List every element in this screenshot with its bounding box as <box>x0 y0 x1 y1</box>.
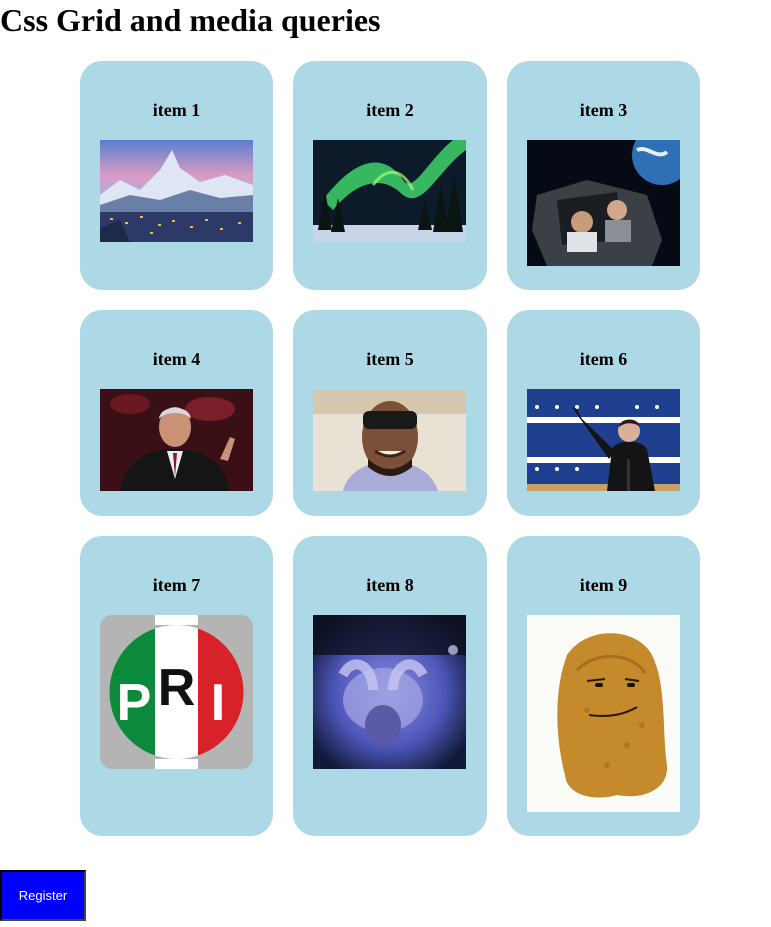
blurry-monkey-image <box>313 615 466 769</box>
man-gesturing-at-podium-image <box>527 389 680 491</box>
item-title: item 7 <box>152 575 201 595</box>
svg-text:R: R <box>158 659 196 717</box>
item-title: item 1 <box>152 100 201 120</box>
grid-item-3: item 3 <box>507 61 700 290</box>
man-in-suit-speaking-image <box>100 389 253 491</box>
svg-text:I: I <box>211 674 225 732</box>
item-title: item 2 <box>366 100 414 120</box>
grid-item-7: item 7 P R I <box>80 536 273 836</box>
pri-party-logo: P R I <box>100 615 253 769</box>
aurora-borealis-forest-image <box>313 140 466 242</box>
item-title: item 3 <box>579 100 628 120</box>
snowy-mountain-village-image <box>100 140 253 242</box>
items-grid: item 1 item 2 item 3 item 4 item 5 item … <box>80 61 700 836</box>
grid-item-1: item 1 <box>80 61 273 290</box>
item-title: item 9 <box>579 575 628 595</box>
grid-item-6: item 6 <box>507 310 700 516</box>
grid-item-2: item 2 <box>293 61 487 290</box>
item-title: item 8 <box>366 575 414 595</box>
grid-item-9: item 9 <box>507 536 700 836</box>
item-title: item 5 <box>366 349 414 369</box>
item-title: item 4 <box>152 349 201 369</box>
register-button[interactable]: Register <box>0 870 86 921</box>
grid-item-5: item 5 <box>293 310 487 516</box>
grid-item-4: item 4 <box>80 310 273 516</box>
grid-item-8: item 8 <box>293 536 487 836</box>
men-in-car-in-space-image <box>527 140 680 266</box>
chicken-nugget-face-image <box>527 615 680 812</box>
item-title: item 6 <box>579 349 628 369</box>
page-title: Css Grid and media queries <box>0 2 381 38</box>
svg-text:P: P <box>117 674 152 732</box>
man-in-sunglasses-selfie-image <box>313 389 466 491</box>
